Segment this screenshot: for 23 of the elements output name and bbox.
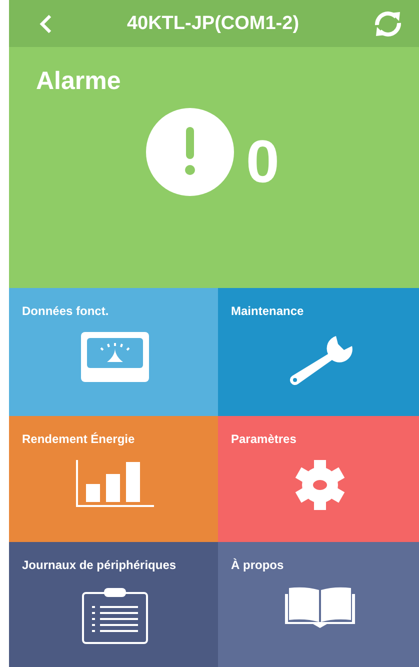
- menu-tile[interactable]: Paramètres: [218, 416, 419, 542]
- back-icon[interactable]: [39, 14, 53, 34]
- bar-chart-icon: [76, 460, 154, 508]
- clipboard-list-icon: [82, 586, 148, 644]
- open-book-icon: [285, 586, 355, 628]
- tile-label: Maintenance: [231, 304, 304, 318]
- refresh-icon[interactable]: [372, 10, 403, 38]
- gauge-icon: [81, 332, 149, 382]
- tile-label: Données fonct.: [22, 304, 109, 318]
- tile-label: À propos: [231, 558, 284, 572]
- alarm-panel[interactable]: Alarme 0: [9, 47, 419, 288]
- tile-label: Paramètres: [231, 432, 296, 446]
- menu-tile[interactable]: Données fonct.: [9, 288, 218, 416]
- screen-title: 40KTL-JP(COM1-2): [126, 12, 300, 34]
- tile-label: Journaux de périphériques: [22, 558, 176, 572]
- menu-tile[interactable]: Rendement Énergie: [9, 416, 218, 542]
- menu-tile[interactable]: Journaux de périphériques: [9, 542, 218, 667]
- exclamation-circle-icon: [146, 108, 234, 196]
- menu-tile[interactable]: Maintenance: [218, 288, 419, 416]
- alarm-count: 0: [246, 132, 280, 192]
- menu-tile[interactable]: À propos: [218, 542, 419, 667]
- tile-label: Rendement Énergie: [22, 432, 135, 446]
- alarm-title: Alarme: [36, 67, 121, 96]
